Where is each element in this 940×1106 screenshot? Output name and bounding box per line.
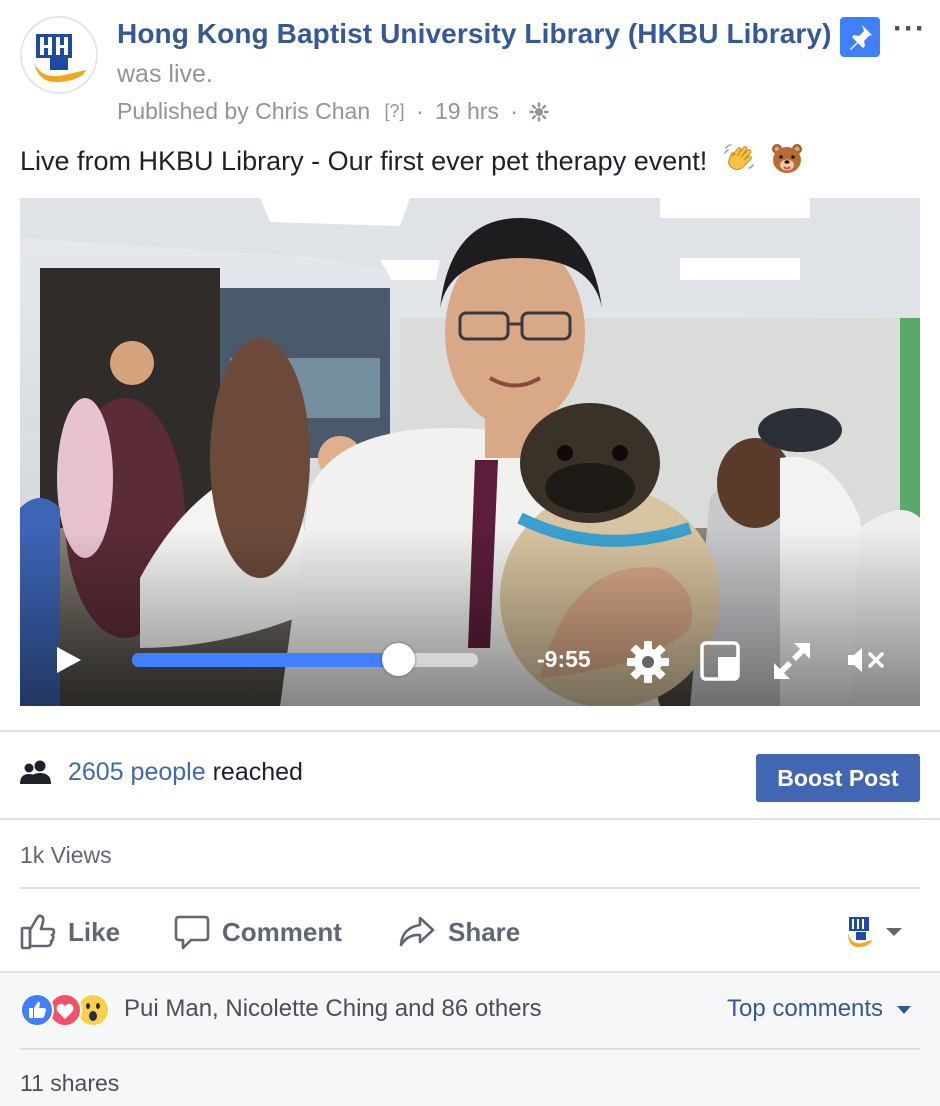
settings-gear-icon[interactable] bbox=[626, 640, 670, 689]
like-reaction-icon bbox=[20, 993, 54, 1027]
video-frame bbox=[20, 198, 920, 706]
comment-bubble-icon bbox=[174, 915, 210, 950]
comment-label: Comment bbox=[222, 916, 342, 947]
reach-count-link[interactable]: 2605 people bbox=[68, 758, 206, 786]
divider bbox=[20, 887, 920, 889]
separator: · bbox=[415, 98, 424, 125]
divider bbox=[0, 730, 940, 732]
post-meta: Published by Chris Chan [?] · 19 hrs · bbox=[117, 97, 550, 125]
divider bbox=[0, 818, 940, 820]
views-count[interactable]: 1k Views bbox=[20, 842, 112, 869]
chevron-down-icon bbox=[886, 928, 902, 936]
hkbu-logo-icon bbox=[848, 917, 872, 948]
post-message: Live from HKBU Library - Our first ever … bbox=[20, 146, 708, 176]
author-link[interactable]: Chris Chan bbox=[255, 98, 370, 125]
audience-icon[interactable] bbox=[529, 98, 550, 125]
pin-icon[interactable] bbox=[840, 17, 880, 57]
share-button[interactable]: Share bbox=[398, 907, 520, 957]
bear-face-icon bbox=[770, 142, 804, 181]
play-icon[interactable] bbox=[55, 645, 83, 680]
separator: · bbox=[510, 98, 518, 125]
thumbs-up-icon bbox=[20, 914, 56, 950]
published-prefix: Published by bbox=[117, 98, 249, 125]
like-button[interactable]: Like bbox=[20, 907, 120, 957]
author-badge[interactable]: [?] bbox=[385, 101, 405, 122]
post-status: was live. bbox=[117, 60, 213, 88]
picture-in-picture-icon[interactable] bbox=[700, 641, 740, 686]
page-avatar[interactable] bbox=[20, 16, 98, 94]
reaction-names-link[interactable]: Pui Man, Nicolette Ching and 86 others bbox=[124, 995, 542, 1023]
live-video-player[interactable] bbox=[20, 198, 920, 706]
post-text: Live from HKBU Library - Our first ever … bbox=[20, 142, 804, 181]
comment-sort-dropdown[interactable]: Top comments bbox=[727, 995, 912, 1023]
more-options-icon[interactable]: ··· bbox=[893, 12, 926, 46]
share-label: Share bbox=[448, 916, 521, 947]
fullscreen-icon[interactable] bbox=[772, 641, 812, 686]
share-arrow-icon bbox=[399, 916, 435, 947]
reach-summary: 2605 people reached bbox=[68, 758, 303, 787]
video-progress-fill bbox=[132, 653, 398, 667]
divider bbox=[20, 1048, 920, 1050]
people-icon bbox=[20, 760, 52, 789]
boost-post-button[interactable]: Boost Post bbox=[756, 754, 920, 802]
reach-suffix: reached bbox=[205, 758, 303, 786]
chevron-down-icon bbox=[896, 1005, 911, 1014]
timestamp-link[interactable]: 19 hrs bbox=[435, 98, 499, 125]
hkbu-logo-icon bbox=[22, 18, 96, 92]
page-name-link[interactable]: Hong Kong Baptist University Library (HK… bbox=[117, 18, 832, 50]
time-remaining: -9:55 bbox=[537, 646, 591, 672]
comment-sort-label: Top comments bbox=[727, 995, 884, 1022]
like-label: Like bbox=[68, 916, 121, 947]
reaction-icons[interactable] bbox=[20, 993, 110, 1027]
comments-section bbox=[0, 971, 940, 1106]
waving-hand-icon bbox=[723, 142, 755, 181]
mute-icon[interactable] bbox=[846, 645, 888, 680]
video-scrubber-handle[interactable] bbox=[381, 643, 415, 676]
post-as-selector[interactable] bbox=[846, 907, 904, 957]
comment-button[interactable]: Comment bbox=[174, 907, 342, 957]
shares-count[interactable]: 11 shares bbox=[20, 1070, 119, 1097]
